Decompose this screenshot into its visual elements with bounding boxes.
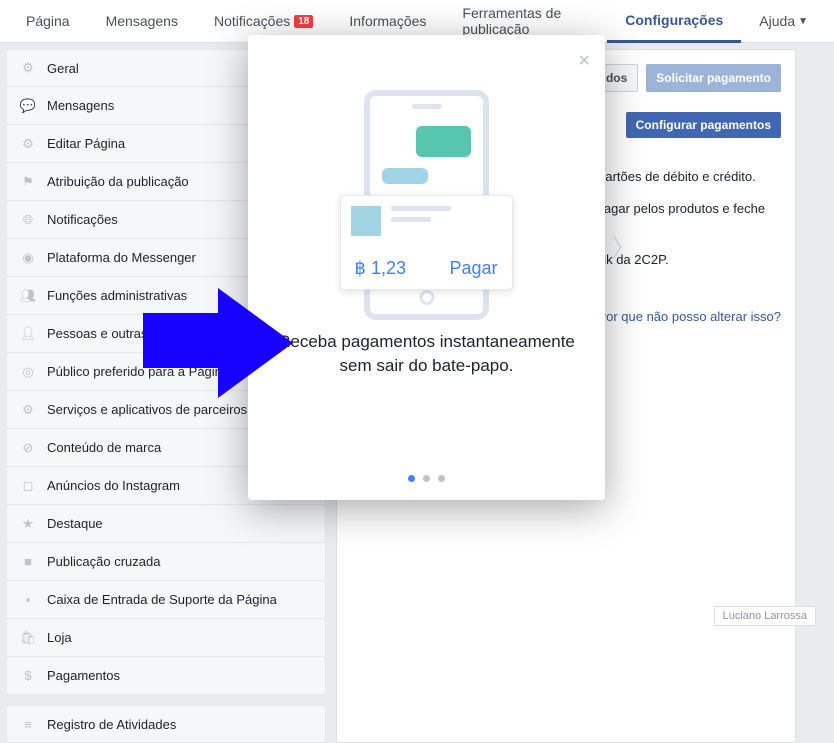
list-icon: ≡ (21, 717, 35, 731)
onboarding-modal: × ฿ 1,23 Pagar 〉 Receba pagamentos insta (248, 35, 605, 500)
pagination-dots (408, 475, 445, 482)
dot-1[interactable] (408, 475, 415, 482)
card-amount: ฿ 1,23 (355, 258, 407, 279)
dot-2[interactable] (423, 475, 430, 482)
payment-card-graphic: ฿ 1,23 Pagar (340, 195, 513, 290)
sidebar-item-atividades[interactable]: ≡ Registro de Atividades (6, 705, 326, 743)
chevron-right-icon[interactable]: 〉 (611, 228, 637, 265)
modal-overlay: × ฿ 1,23 Pagar 〉 Receba pagamentos insta (0, 0, 834, 634)
dot-3[interactable] (438, 475, 445, 482)
money-icon: $ (21, 669, 35, 683)
modal-illustration: ฿ 1,23 Pagar (327, 90, 527, 330)
card-pay-label: Pagar (449, 258, 497, 279)
sidebar-label: Pagamentos (47, 668, 120, 683)
close-icon[interactable]: × (578, 50, 590, 73)
sidebar-item-pagamentos[interactable]: $ Pagamentos (6, 657, 326, 695)
modal-title: Receba pagamentos instantaneamente sem s… (248, 330, 605, 378)
sidebar-label: Registro de Atividades (47, 717, 176, 732)
